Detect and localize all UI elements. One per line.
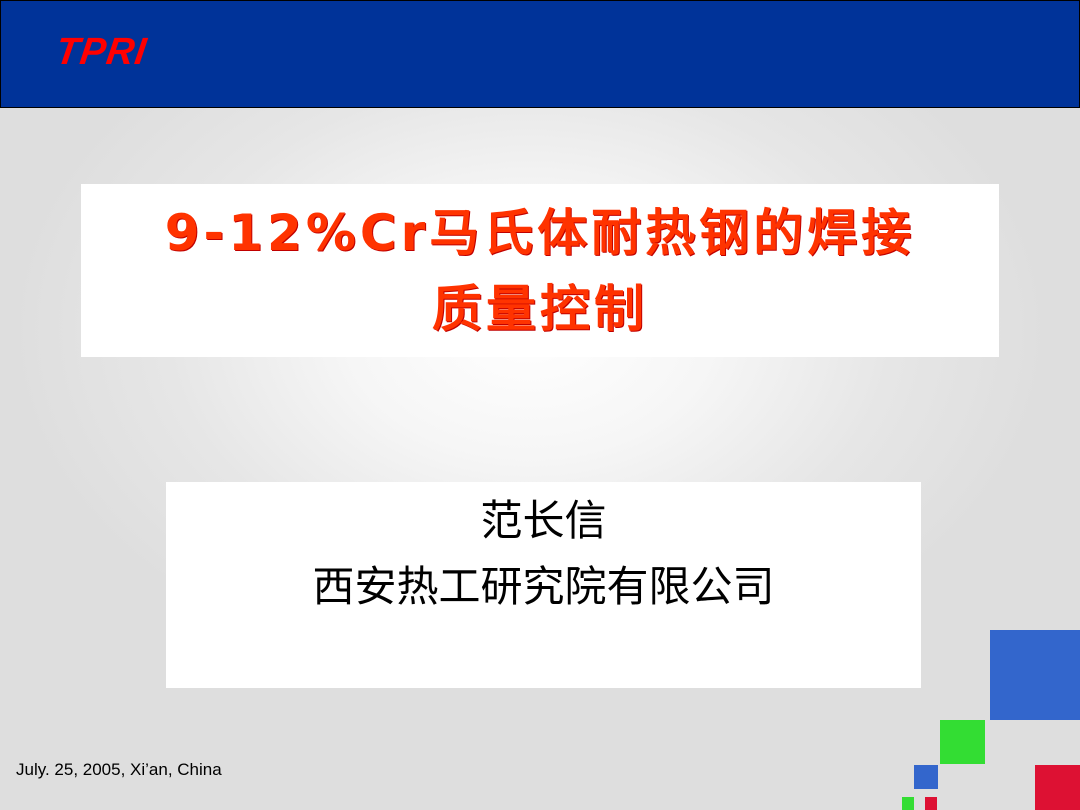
decor-square-green (940, 720, 985, 764)
decor-square-red-small (925, 797, 937, 810)
decor-square-blue-small (914, 765, 938, 789)
title-box: 9-12%Cr马氏体耐热钢的焊接 质量控制 (81, 184, 999, 357)
author-box: 范长信 西安热工研究院有限公司 (166, 482, 921, 688)
decor-square-red (1035, 765, 1080, 810)
author-organization: 西安热工研究院有限公司 (312, 562, 775, 611)
author-name: 范长信 (480, 496, 607, 545)
decor-square-blue-large (990, 630, 1080, 720)
tpri-logo: TPRI (53, 31, 150, 73)
header-bar: TPRI (0, 0, 1080, 108)
slide-title-line-1: 9-12%Cr马氏体耐热钢的焊接 (164, 203, 916, 262)
slide-title-line-2: 质量控制 (432, 279, 648, 338)
decor-square-green-small (902, 797, 914, 810)
date-location: July. 25, 2005, Xi’an, China (16, 760, 222, 779)
